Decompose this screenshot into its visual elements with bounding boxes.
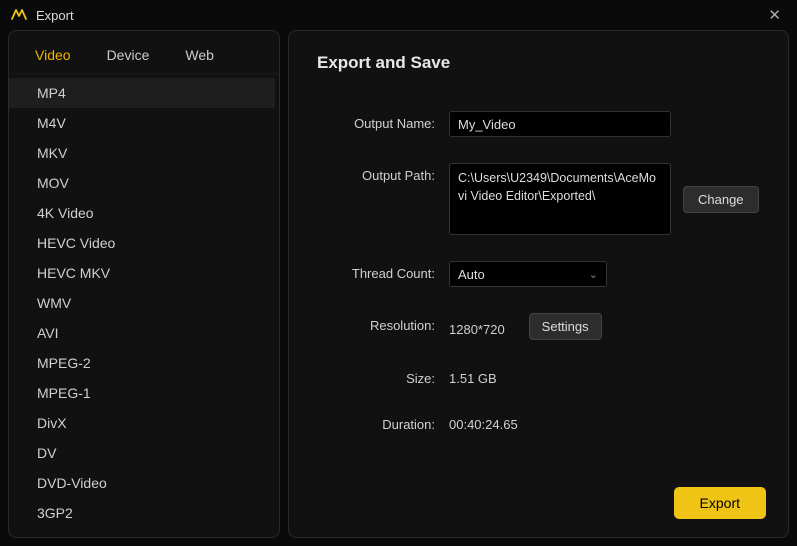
app-logo-icon	[10, 6, 28, 24]
size-label: Size:	[317, 366, 435, 386]
thread-count-value: Auto	[458, 267, 485, 282]
format-item[interactable]: MKV	[9, 138, 275, 168]
resolution-label: Resolution:	[317, 313, 435, 333]
format-item[interactable]: HEVC Video	[9, 228, 275, 258]
panel-heading: Export and Save	[317, 53, 760, 73]
format-item[interactable]: MPEG-2	[9, 348, 275, 378]
format-item[interactable]: DV	[9, 438, 275, 468]
thread-count-select[interactable]: Auto ⌄	[449, 261, 607, 287]
output-path-label: Output Path:	[317, 163, 435, 183]
resolution-value: 1280*720	[449, 317, 505, 337]
format-item[interactable]: DVD-Video	[9, 468, 275, 498]
format-item[interactable]: DivX	[9, 408, 275, 438]
format-item[interactable]: 3GP	[9, 528, 275, 537]
output-name-label: Output Name:	[317, 111, 435, 131]
format-item[interactable]: M4V	[9, 108, 275, 138]
format-item[interactable]: 3GP2	[9, 498, 275, 528]
format-item[interactable]: WMV	[9, 288, 275, 318]
format-item[interactable]: HEVC MKV	[9, 258, 275, 288]
tabs: VideoDeviceWeb	[9, 31, 279, 74]
titlebar: Export ✕	[0, 0, 797, 30]
format-item[interactable]: 4K Video	[9, 198, 275, 228]
format-item[interactable]: MPEG-1	[9, 378, 275, 408]
chevron-down-icon: ⌄	[589, 268, 598, 281]
change-button[interactable]: Change	[683, 186, 759, 213]
tab-web[interactable]: Web	[169, 39, 230, 73]
window-title: Export	[36, 8, 74, 23]
format-item[interactable]: AVI	[9, 318, 275, 348]
tab-video[interactable]: Video	[19, 39, 87, 73]
size-value: 1.51 GB	[449, 366, 497, 386]
duration-label: Duration:	[317, 412, 435, 432]
output-path-box[interactable]: C:\Users\U2349\Documents\AceMovi Video E…	[449, 163, 671, 235]
export-button[interactable]: Export	[674, 487, 766, 519]
format-panel: VideoDeviceWeb MP4M4VMKVMOV4K VideoHEVC …	[8, 30, 280, 538]
thread-count-label: Thread Count:	[317, 261, 435, 281]
output-name-input[interactable]	[449, 111, 671, 137]
duration-value: 00:40:24.65	[449, 412, 518, 432]
format-item[interactable]: MP4	[9, 78, 275, 108]
format-list[interactable]: MP4M4VMKVMOV4K VideoHEVC VideoHEVC MKVWM…	[9, 74, 279, 537]
format-item[interactable]: MOV	[9, 168, 275, 198]
settings-button[interactable]: Settings	[529, 313, 602, 340]
settings-panel: Export and Save Output Name: Output Path…	[288, 30, 789, 538]
close-icon[interactable]: ✕	[762, 2, 787, 28]
tab-device[interactable]: Device	[91, 39, 166, 73]
